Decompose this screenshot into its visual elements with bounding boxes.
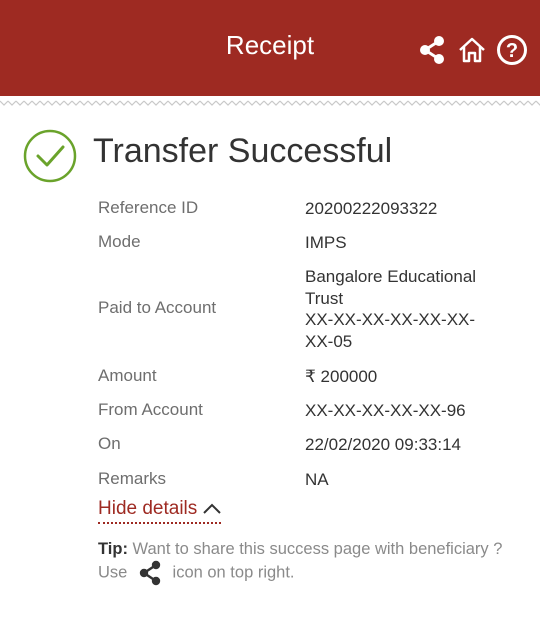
detail-value: Bangalore Educational Trust XX-XX-XX-XX-… [305,266,515,352]
detail-value: IMPS [305,233,347,252]
share-icon [420,36,444,64]
tip-text: Tip: Want to share this success page wit… [98,538,518,586]
detail-value: XX-XX-XX-XX-XX-96 [305,401,466,420]
tip-text-after: icon on top right. [167,563,295,582]
hide-details-toggle[interactable]: Hide details [98,498,222,524]
detail-label: Reference ID [98,198,199,217]
hide-details-label: Hide details [98,498,198,519]
detail-value: ₹ 200000 [305,367,378,386]
help-icon: ? [497,35,527,65]
share-icon [139,560,161,586]
header-actions: ? [410,32,530,68]
detail-value: 20200222093322 [305,199,438,218]
app-header: Receipt ? [0,0,540,96]
status-title: Transfer Successful [93,132,393,170]
detail-value: NA [305,470,329,489]
zigzag-divider [0,96,540,110]
detail-label: Paid to Account [98,298,217,317]
home-icon [459,37,485,63]
check-circle-icon [23,129,77,183]
detail-value-line: XX-XX-XX-XX-XX-XX- [305,310,476,329]
help-button[interactable]: ? [494,32,530,68]
svg-text:?: ? [506,40,518,62]
detail-value-line: Trust [305,288,344,308]
detail-value-line: Bangalore Educational [305,267,477,286]
detail-label: From Account [98,400,203,419]
share-button[interactable] [414,32,450,68]
detail-label: Remarks [98,469,167,488]
detail-value-line: XX-05 [305,331,353,351]
chevron-up-icon [203,503,221,514]
detail-value: 22/02/2020 09:33:14 [305,435,461,454]
home-button[interactable] [454,32,490,68]
detail-label: On [98,434,121,453]
tip-prefix: Tip: [98,540,128,558]
detail-label: Amount [98,366,157,385]
detail-label: Mode [98,232,141,251]
